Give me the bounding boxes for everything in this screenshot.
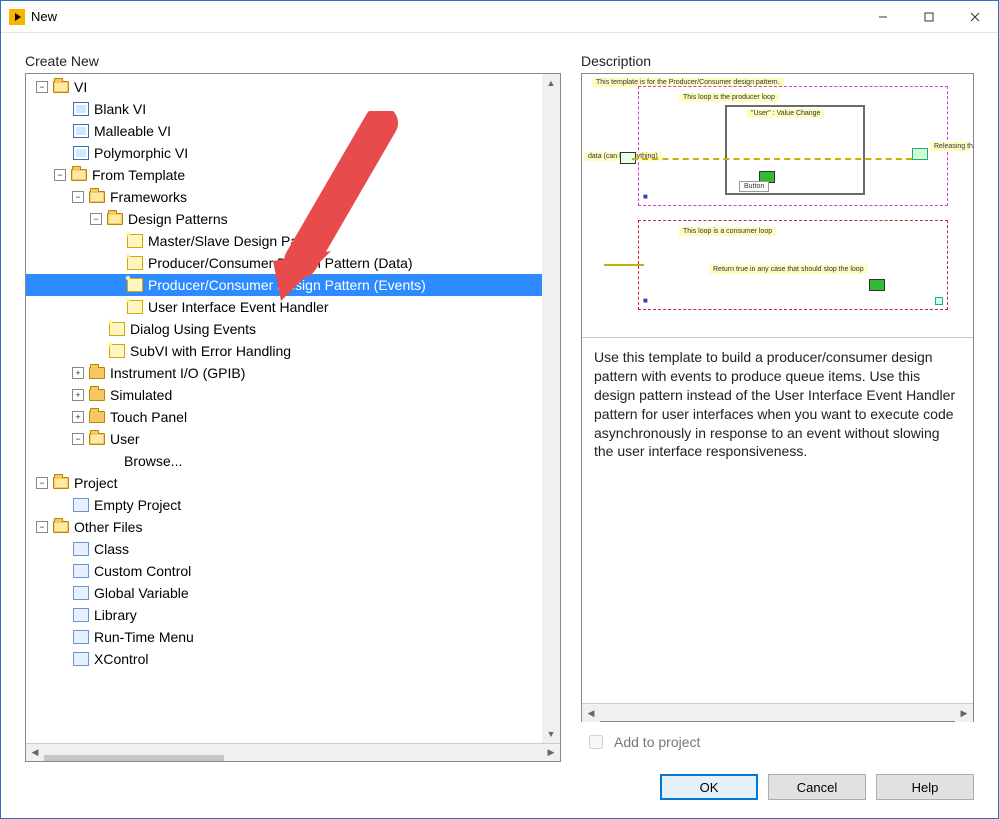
dialog-window: New Create New − (0, 0, 999, 819)
tree-item-malleable-vi[interactable]: Malleable VI (26, 120, 560, 142)
tree-item-browse[interactable]: Browse... (26, 450, 560, 472)
global-icon (73, 586, 89, 600)
expand-icon[interactable]: + (72, 389, 84, 401)
window-title: New (31, 9, 57, 24)
tree-item-from-template[interactable]: − From Template (26, 164, 560, 186)
tree-item-class[interactable]: Class (26, 538, 560, 560)
folder-open-icon (89, 433, 105, 445)
folder-open-icon (107, 213, 123, 225)
template-icon (109, 322, 125, 336)
folder-open-icon (71, 169, 87, 181)
description-label: Description (581, 53, 974, 69)
tree-item-other-files[interactable]: − Other Files (26, 516, 560, 538)
tree-box: − VI Blank VI Malleable VI (25, 73, 561, 762)
folder-open-icon (53, 521, 69, 533)
template-icon (127, 256, 143, 270)
expand-icon[interactable]: + (72, 367, 84, 379)
add-to-project-label: Add to project (614, 734, 700, 750)
help-button[interactable]: Help (876, 774, 974, 800)
tree-item-pc-events[interactable]: Producer/Consumer Design Pattern (Events… (26, 274, 560, 296)
tree-item-master-slave[interactable]: Master/Slave Design Pattern (26, 230, 560, 252)
folder-open-icon (53, 81, 69, 93)
collapse-icon[interactable]: − (36, 521, 48, 533)
tree-item-blank-vi[interactable]: Blank VI (26, 98, 560, 120)
template-icon (127, 234, 143, 248)
template-icon (127, 278, 143, 292)
tree-item-library[interactable]: Library (26, 604, 560, 626)
scroll-right-icon[interactable]: ▶ (542, 744, 560, 762)
vi-icon (73, 102, 89, 116)
expand-icon[interactable]: + (72, 411, 84, 423)
collapse-icon[interactable]: − (36, 477, 48, 489)
create-new-label: Create New (25, 53, 561, 69)
cancel-button[interactable]: Cancel (768, 774, 866, 800)
tree-item-design-patterns[interactable]: − Design Patterns (26, 208, 560, 230)
control-icon (73, 564, 89, 578)
folder-icon (89, 389, 105, 401)
add-to-project-checkbox (589, 735, 603, 749)
menu-icon (73, 630, 89, 644)
tree-item-pc-data[interactable]: Producer/Consumer Design Pattern (Data) (26, 252, 560, 274)
tree-scroll[interactable]: − VI Blank VI Malleable VI (26, 74, 560, 743)
tree-item-instrument-io[interactable]: + Instrument I/O (GPIB) (26, 362, 560, 384)
maximize-button[interactable] (906, 1, 952, 33)
vertical-scrollbar[interactable]: ▲ ▼ (542, 74, 560, 743)
collapse-icon[interactable]: − (90, 213, 102, 225)
template-preview: This template is for the Producer/Consum… (582, 74, 973, 338)
tree-item-xcontrol[interactable]: XControl (26, 648, 560, 670)
template-icon (127, 300, 143, 314)
description-box: This template is for the Producer/Consum… (581, 73, 974, 722)
button-bar: OK Cancel Help (1, 774, 998, 818)
template-icon (109, 344, 125, 358)
tree: − VI Blank VI Malleable VI (26, 74, 560, 672)
folder-open-icon (89, 191, 105, 203)
scroll-up-icon[interactable]: ▲ (542, 74, 560, 92)
tree-item-touch-panel[interactable]: + Touch Panel (26, 406, 560, 428)
folder-icon (89, 411, 105, 423)
folder-icon (89, 367, 105, 379)
scroll-right-icon[interactable]: ▶ (955, 704, 973, 722)
xcontrol-icon (73, 652, 89, 666)
tree-item-subvi-error[interactable]: SubVI with Error Handling (26, 340, 560, 362)
collapse-icon[interactable]: − (54, 169, 66, 181)
vi-icon (73, 146, 89, 160)
collapse-icon[interactable]: − (72, 191, 84, 203)
description-text: Use this template to build a producer/co… (582, 338, 973, 703)
collapse-icon[interactable]: − (36, 81, 48, 93)
tree-item-empty-project[interactable]: Empty Project (26, 494, 560, 516)
tree-item-custom-control[interactable]: Custom Control (26, 560, 560, 582)
class-icon (73, 542, 89, 556)
project-icon (73, 498, 89, 512)
ok-button[interactable]: OK (660, 774, 758, 800)
tree-item-dialog-events[interactable]: Dialog Using Events (26, 318, 560, 340)
app-icon (9, 9, 25, 25)
tree-item-vi[interactable]: − VI (26, 76, 560, 98)
collapse-icon[interactable]: − (72, 433, 84, 445)
minimize-button[interactable] (860, 1, 906, 33)
tree-item-global-variable[interactable]: Global Variable (26, 582, 560, 604)
tree-item-polymorphic-vi[interactable]: Polymorphic VI (26, 142, 560, 164)
description-hscroll[interactable]: ◀ ▶ (582, 703, 973, 721)
tree-item-user[interactable]: − User (26, 428, 560, 450)
scroll-left-icon[interactable]: ◀ (582, 704, 600, 722)
add-to-project-row[interactable]: Add to project (581, 722, 974, 762)
tree-item-runtime-menu[interactable]: Run-Time Menu (26, 626, 560, 648)
vi-icon (73, 124, 89, 138)
folder-open-icon (53, 477, 69, 489)
titlebar: New (1, 1, 998, 33)
tree-item-project[interactable]: − Project (26, 472, 560, 494)
tree-item-simulated[interactable]: + Simulated (26, 384, 560, 406)
scroll-left-icon[interactable]: ◀ (26, 744, 44, 762)
library-icon (73, 608, 89, 622)
horizontal-scrollbar[interactable]: ◀ ▶ (26, 743, 560, 761)
scroll-down-icon[interactable]: ▼ (542, 725, 560, 743)
tree-item-ui-event-handler[interactable]: User Interface Event Handler (26, 296, 560, 318)
tree-item-frameworks[interactable]: − Frameworks (26, 186, 560, 208)
close-button[interactable] (952, 1, 998, 33)
